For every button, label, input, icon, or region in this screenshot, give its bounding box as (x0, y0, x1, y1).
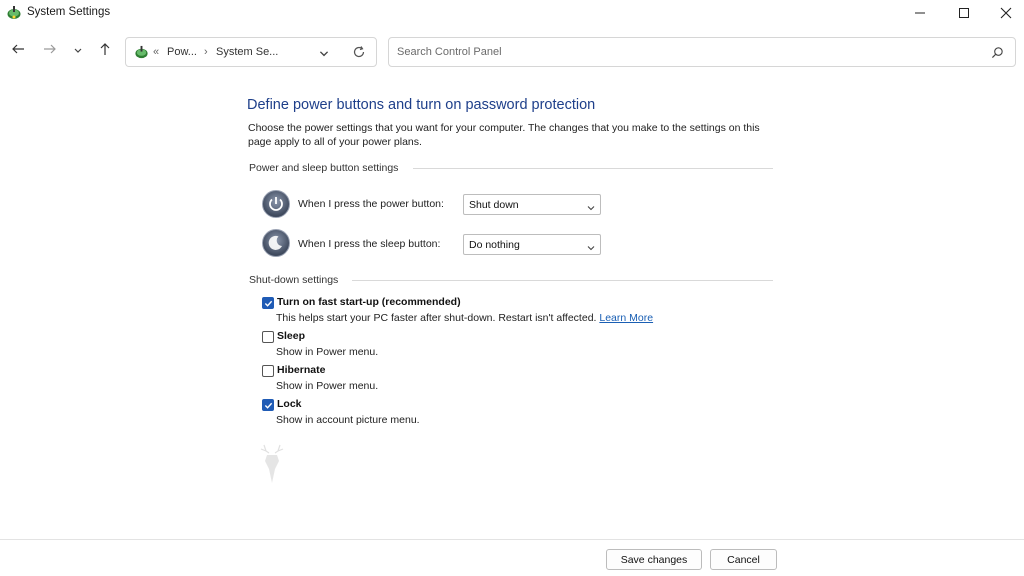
breadcrumb-power-options[interactable]: Pow... (167, 46, 197, 58)
power-options-icon (6, 5, 22, 21)
checkmark-icon (264, 402, 273, 409)
sleep-button-action-value: Do nothing (469, 239, 520, 251)
fast-startup-description-text: This helps start your PC faster after sh… (276, 312, 597, 324)
checkmark-icon (264, 300, 273, 307)
hibernate-label[interactable]: Hibernate (277, 364, 325, 376)
hibernate-checkbox[interactable] (262, 365, 274, 377)
arrow-right-icon (43, 42, 57, 61)
system-settings-window: System Settings « Pow... › System Se... … (0, 0, 1024, 576)
learn-more-link[interactable]: Learn More (599, 312, 653, 324)
sleep-checkbox[interactable] (262, 331, 274, 343)
back-button[interactable] (7, 40, 29, 62)
save-changes-button[interactable]: Save changes (606, 549, 702, 570)
search-icon[interactable] (991, 46, 1005, 60)
up-button[interactable] (94, 40, 116, 62)
chevron-down-icon (586, 240, 596, 251)
chevron-down-icon (73, 42, 83, 60)
close-button[interactable] (986, 0, 1024, 26)
sleep-button-label: When I press the sleep button: (298, 238, 441, 250)
address-dropdown-button[interactable] (318, 46, 332, 60)
fast-startup-description: This helps start your PC faster after sh… (276, 312, 653, 324)
lock-description: Show in account picture menu. (276, 414, 420, 426)
power-button-label: When I press the power button: (298, 198, 444, 210)
deer-watermark-icon (258, 443, 286, 485)
power-options-icon (134, 45, 149, 60)
lock-checkbox[interactable] (262, 399, 274, 411)
breadcrumb-separator: › (204, 46, 208, 58)
title-bar: System Settings (0, 0, 1024, 26)
footer-divider (0, 539, 1024, 540)
chevron-down-icon (586, 200, 596, 211)
address-overflow[interactable]: « (153, 46, 159, 58)
arrow-up-icon (98, 42, 112, 61)
power-button-icon (262, 190, 290, 218)
arrow-left-icon (11, 42, 25, 61)
recent-locations-button[interactable] (67, 40, 89, 62)
window-title: System Settings (27, 6, 111, 18)
minimize-button[interactable] (900, 0, 940, 26)
divider (413, 168, 773, 169)
power-button-action-select[interactable]: Shut down (463, 194, 601, 215)
address-bar[interactable]: « Pow... › System Se... (125, 37, 377, 67)
sleep-button-icon (262, 229, 290, 257)
shutdown-group-title: Shut-down settings (249, 274, 339, 286)
divider (352, 280, 773, 281)
breadcrumb-system-settings[interactable]: System Se... (216, 46, 278, 58)
fast-startup-checkbox[interactable] (262, 297, 274, 309)
page-description: Choose the power settings that you want … (248, 122, 760, 148)
maximize-button[interactable] (944, 0, 984, 26)
forward-button[interactable] (39, 40, 61, 62)
power-group-title: Power and sleep button settings (249, 162, 399, 174)
cancel-button[interactable]: Cancel (710, 549, 777, 570)
refresh-icon[interactable] (352, 45, 368, 61)
navigation-bar: « Pow... › System Se... Search Control P… (0, 32, 1024, 70)
sleep-button-action-select[interactable]: Do nothing (463, 234, 601, 255)
hibernate-description: Show in Power menu. (276, 380, 379, 392)
fast-startup-label[interactable]: Turn on fast start-up (recommended) (277, 296, 461, 308)
search-placeholder: Search Control Panel (397, 46, 502, 58)
power-button-action-value: Shut down (469, 199, 519, 211)
lock-label[interactable]: Lock (277, 398, 302, 410)
page-title: Define power buttons and turn on passwor… (247, 97, 596, 113)
sleep-description: Show in Power menu. (276, 346, 379, 358)
sleep-label[interactable]: Sleep (277, 330, 305, 342)
search-input[interactable]: Search Control Panel (388, 37, 1016, 67)
